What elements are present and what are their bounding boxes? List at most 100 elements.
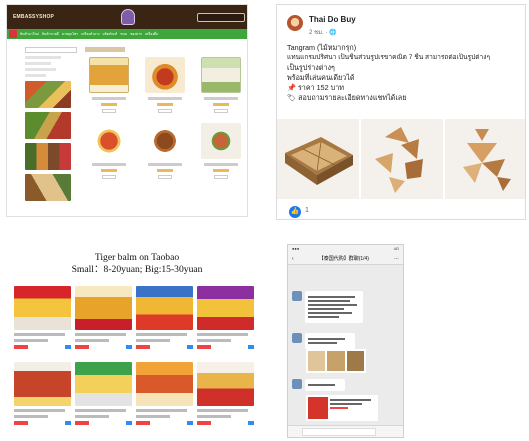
- taobao-item[interactable]: [197, 362, 254, 434]
- shop-search-input[interactable]: [197, 13, 245, 22]
- taobao-product-grid: [14, 286, 254, 434]
- tangram-photo-figure[interactable]: [445, 119, 525, 199]
- product-listing: [85, 47, 245, 185]
- tiger-balm-product-image: [14, 286, 71, 330]
- noodle-soup-dish: [201, 123, 241, 159]
- curry-bowl-dish: [145, 123, 185, 159]
- filter-line: [25, 68, 57, 71]
- breadcrumb[interactable]: [7, 39, 247, 45]
- sender-avatar[interactable]: [292, 291, 302, 301]
- shop-crest-icon: [121, 9, 135, 25]
- post-line: 🏷 สอบถามรายละเอียดทางแชทได้เลย: [287, 93, 407, 102]
- post-line: พร้อมที่เล่นคนเดียวได้: [287, 73, 355, 82]
- tangram-photo-box[interactable]: [277, 119, 359, 199]
- nav-item[interactable]: ผลิตภัณฑ์: [103, 32, 117, 37]
- post-time[interactable]: 2 ชม. · 🌐: [309, 27, 337, 37]
- add-to-cart-button[interactable]: [101, 109, 117, 113]
- tiger-balm-product-image: [75, 362, 132, 406]
- product-card[interactable]: [141, 123, 189, 185]
- taobao-item[interactable]: [197, 286, 254, 358]
- filter-line: [25, 74, 46, 77]
- tiger-balm-product-image: [75, 286, 132, 330]
- chat-message[interactable]: [292, 291, 363, 323]
- nav-item[interactable]: ของฝาก: [130, 32, 142, 37]
- post-line: เป็นรูปร่างต่างๆ: [287, 63, 335, 72]
- facebook-post: Thai Do Buy 2 ชม. · 🌐 Tangram (ไม้หมากรุ…: [276, 4, 526, 220]
- chat-title-bar: ‹ 【泰国代购】群聊(1/4) ⋯: [288, 253, 403, 265]
- taobao-item[interactable]: [14, 286, 71, 358]
- shop-logo[interactable]: EMBASSYSHOP: [13, 14, 54, 20]
- sidebar-photo-market[interactable]: [25, 143, 71, 170]
- post-photos[interactable]: [277, 119, 525, 199]
- post-text: Tangram (ไม้หมากรุก) แทนแกรมปริศนา เป็นช…: [287, 43, 523, 103]
- chat-title: 【泰国代购】群聊(1/4): [318, 256, 369, 262]
- product-card[interactable]: [197, 57, 245, 119]
- add-to-cart-button[interactable]: [213, 109, 229, 113]
- tiger-balm-product-image: [197, 362, 254, 406]
- filter-line: [25, 56, 62, 59]
- home-icon[interactable]: [9, 30, 17, 38]
- tiger-balm-product-image: [136, 286, 193, 330]
- add-to-cart-button[interactable]: [157, 109, 173, 113]
- taobao-item[interactable]: [136, 286, 193, 358]
- more-icon[interactable]: ⋯: [394, 256, 399, 262]
- tom-yum-soup-dish: [89, 123, 129, 159]
- taobao-item[interactable]: [14, 362, 71, 434]
- sidebar-photo-salad[interactable]: [25, 112, 71, 139]
- listing-title-bar: [85, 47, 125, 52]
- nav-item[interactable]: สินค้ามาใหม่: [20, 32, 39, 37]
- message-input[interactable]: [302, 428, 376, 436]
- post-line: 📌 ราคา 152 บาท: [287, 83, 345, 92]
- add-to-cart-button[interactable]: [101, 175, 117, 179]
- nav-item[interactable]: ขนม: [120, 32, 127, 37]
- add-to-cart-button[interactable]: [213, 175, 229, 179]
- chat-image-message[interactable]: [306, 349, 366, 373]
- reaction-count[interactable]: 1: [305, 207, 309, 214]
- chat-message[interactable]: [292, 333, 355, 349]
- thai-shop-website-screenshot: EMBASSYSHOP สินค้ามาใหม่ สินค้าขายดี ยาส…: [6, 4, 248, 217]
- taobao-item[interactable]: [136, 362, 193, 434]
- post-line: Tangram (ไม้หมากรุก): [287, 43, 357, 52]
- taobao-caption-line1: Tiger balm on Taobao: [94, 252, 180, 263]
- taobao-caption-line2: Small：8-20yuan; Big:15-30yuan: [71, 264, 203, 275]
- herbal-package-product: [201, 57, 241, 93]
- chat-input-bar: [288, 425, 403, 437]
- herbal-box-product: [89, 57, 129, 93]
- product-card[interactable]: [85, 57, 133, 119]
- shop-header: EMBASSYSHOP: [7, 5, 247, 29]
- post-line: แทนแกรมปริศนา เป็นชิ้นส่วนรูปเรขาคณิต 7 …: [287, 54, 491, 61]
- nav-item[interactable]: เครื่องสำอาง: [81, 32, 100, 37]
- tiger-balm-product-image: [136, 362, 193, 406]
- product-card[interactable]: [85, 123, 133, 185]
- shop-sidebar: [25, 47, 77, 201]
- tiger-balm-product-image: [14, 362, 71, 406]
- spicy-sauce-jar-product: [145, 57, 185, 93]
- add-to-cart-button[interactable]: [157, 175, 173, 179]
- tiger-balm-product-image: [197, 286, 254, 330]
- taobao-item[interactable]: [75, 286, 132, 358]
- back-icon[interactable]: ‹: [292, 256, 294, 262]
- tangram-photo-pieces[interactable]: [361, 119, 443, 199]
- sender-avatar[interactable]: [292, 333, 302, 343]
- sidebar-photo-thai-dishes[interactable]: [25, 81, 71, 108]
- nav-item[interactable]: เครื่องดื่ม: [145, 32, 158, 37]
- product-card[interactable]: [197, 123, 245, 185]
- wechat-group-chat: ●●● 4G ‹ 【泰国代购】群聊(1/4) ⋯: [287, 244, 404, 438]
- nav-item[interactable]: สินค้าขายดี: [42, 32, 59, 37]
- chat-message[interactable]: [292, 379, 345, 391]
- page-name[interactable]: Thai Do Buy: [309, 15, 356, 24]
- taobao-listing-screenshot: Tiger balm on Taobao Small：8-20yuan; Big…: [6, 246, 268, 438]
- filter-line: [25, 62, 51, 65]
- product-card[interactable]: [141, 57, 189, 119]
- chat-product-card[interactable]: [306, 395, 378, 421]
- product-grid: [85, 57, 245, 185]
- shop-nav-bar: สินค้ามาใหม่ สินค้าขายดี ยาสมุนไพร เครื่…: [7, 29, 247, 39]
- sender-avatar[interactable]: [292, 379, 302, 389]
- status-bar: ●●● 4G: [288, 245, 403, 253]
- nav-item[interactable]: ยาสมุนไพร: [62, 32, 78, 37]
- taobao-item[interactable]: [75, 362, 132, 434]
- sidebar-photo-ingredients[interactable]: [25, 174, 71, 201]
- like-reaction-icon[interactable]: 👍: [289, 206, 301, 218]
- page-avatar[interactable]: [287, 15, 303, 31]
- sort-select[interactable]: [25, 47, 77, 53]
